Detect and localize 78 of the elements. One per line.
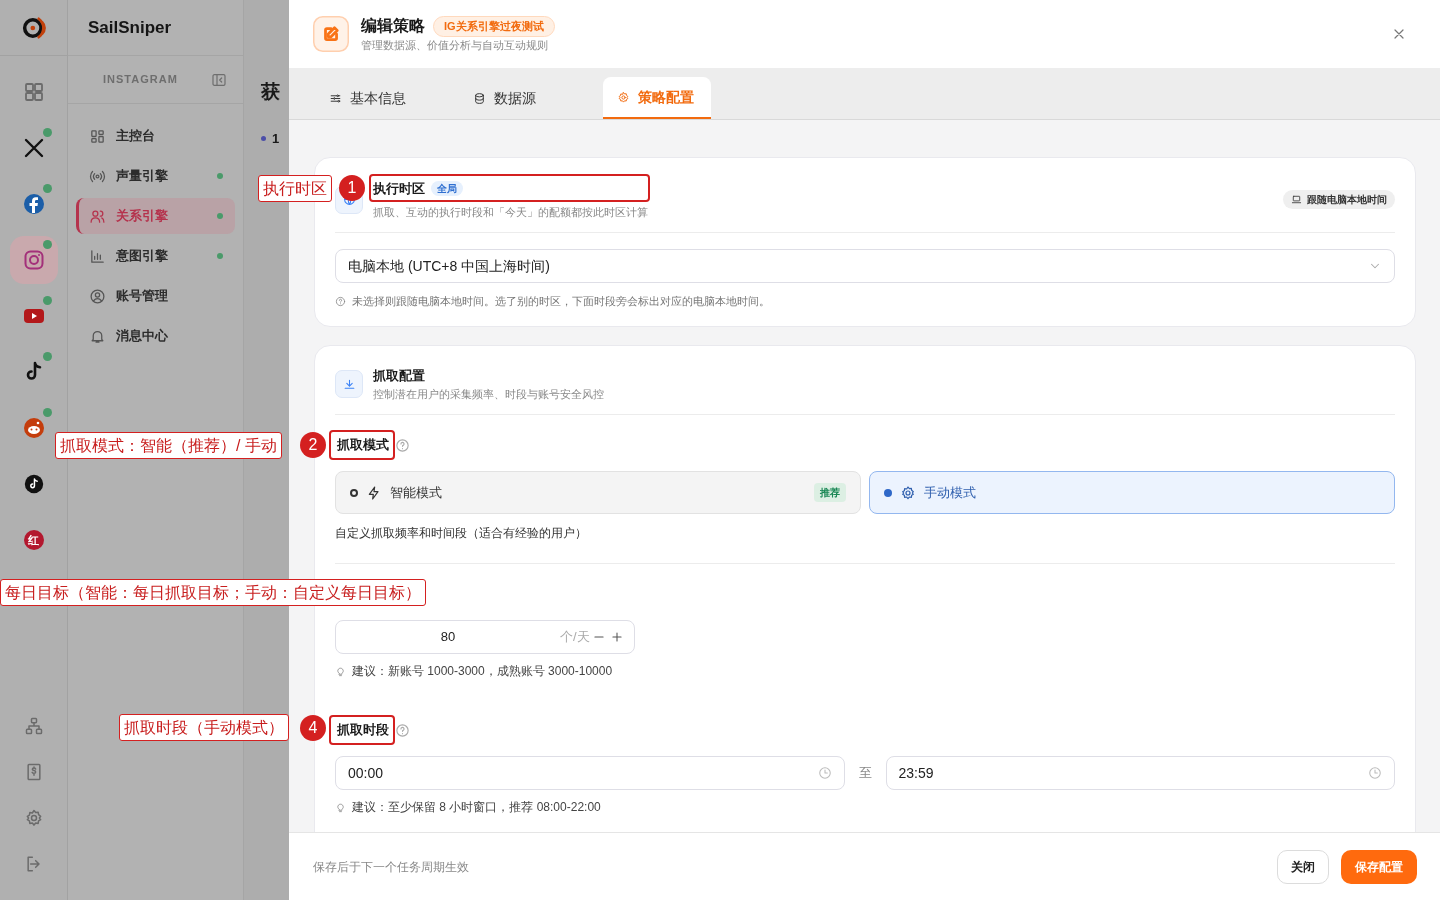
increment-button[interactable]	[610, 630, 624, 644]
nav-item[interactable]: 主控台	[76, 118, 235, 154]
bulb-icon	[335, 665, 346, 677]
collapse-icon	[211, 71, 227, 88]
instagram-logo-icon	[21, 248, 46, 272]
field-label: 抓取模式	[337, 436, 389, 454]
field-label: 抓取时段	[337, 721, 389, 739]
unit-label: 个/天	[560, 628, 590, 647]
scope-tag: 全局	[431, 181, 463, 197]
clock-icon	[817, 766, 832, 780]
help-icon	[335, 295, 346, 307]
hint-text: 建议：至少保留 8 小时窗口，推荐 08:00-22:00	[352, 799, 601, 816]
clock-icon	[1368, 766, 1382, 780]
nav-item[interactable]: 消息中心	[76, 318, 235, 354]
mode-description: 自定义抓取频率和时间段（适合有经验的用户）	[335, 524, 1395, 564]
card-subtitle: 抓取、互动的执行时段和「今天」的配额都按此时区计算	[373, 204, 649, 220]
time-field[interactable]: 00:00	[335, 756, 845, 790]
mode-option[interactable]: 手动模式	[869, 471, 1395, 514]
card-title: 抓取配置	[373, 367, 426, 385]
dashboard-icon	[89, 127, 106, 145]
network-icon	[23, 716, 44, 736]
highlight-frame	[329, 430, 395, 460]
timezone-select[interactable]: 电脑本地 (UTC+8 中国上海时间)	[335, 249, 1395, 283]
strategy-tag: IG关系引擎过夜测试	[433, 16, 555, 37]
annotation-callout: 抓取模式：智能（推荐）/ 手动	[55, 432, 282, 459]
gear-icon	[900, 484, 916, 501]
facebook-logo-icon	[21, 192, 46, 216]
page-heading: 获	[261, 80, 281, 104]
gear-icon	[617, 90, 630, 104]
tab[interactable]: 基本信息	[315, 77, 451, 119]
drawer-subtitle: 管理数据源、价值分析与自动互动规则	[361, 38, 549, 54]
field-value: 23:59	[898, 763, 934, 783]
drawer-title: 编辑策略	[361, 16, 425, 37]
annotation-callout: 执行时区	[258, 175, 332, 202]
nav-item[interactable]: 声量引擎	[76, 158, 235, 194]
nav-item[interactable]: 账号管理	[76, 278, 235, 314]
edit-icon	[313, 16, 349, 52]
field-value: 00:00	[348, 763, 384, 783]
account-icon	[89, 287, 106, 305]
hint-text: 建议：新账号 1000-3000，成熟账号 3000-10000	[352, 663, 613, 680]
target-field[interactable]: 80 个/天	[335, 620, 635, 654]
sliders-icon	[329, 91, 342, 105]
recommended-tag: 推荐	[814, 483, 846, 502]
badge-text: 跟随电脑本地时间	[1307, 193, 1387, 207]
annotation-callout: 抓取时段（手动模式）	[119, 714, 289, 741]
range-separator: 至	[857, 764, 873, 783]
help-icon	[395, 437, 410, 453]
laptop-icon	[1291, 194, 1302, 205]
radio-indicator	[884, 488, 892, 497]
database-icon	[473, 91, 486, 105]
plus-icon	[610, 630, 624, 644]
xiaohongshu-logo-icon: 红	[23, 530, 44, 550]
nav-item[interactable]: 意图引擎	[76, 238, 235, 274]
card-title: 执行时区	[373, 180, 425, 198]
highlight-frame	[329, 715, 395, 745]
bolt-icon	[366, 484, 382, 501]
tiktok-logo-icon	[22, 473, 45, 495]
card-subtitle: 控制潜在用户的采集频率、时段与账号安全风控	[373, 386, 604, 402]
collapse-button[interactable]	[211, 71, 227, 88]
brand-name: SailSniper	[88, 16, 172, 39]
mode-option[interactable]: 智能模式 推荐	[335, 471, 861, 514]
platform-button[interactable]: 红	[9, 516, 58, 564]
radio-indicator	[350, 488, 358, 497]
help-icon	[395, 722, 410, 738]
footer-note: 保存后于下一个任务周期生效	[313, 858, 469, 876]
bulb-icon	[335, 801, 346, 813]
reddit-logo-icon	[21, 416, 46, 440]
annotation-callout: 每日目标（智能：每日抓取目标；手动：自定义每日目标）	[0, 579, 426, 606]
step-number: 1	[272, 129, 280, 148]
close-dialog-button[interactable]: 关闭	[1277, 849, 1329, 884]
download-icon	[335, 370, 363, 398]
time-field[interactable]: 23:59	[885, 756, 1395, 790]
section-title: INSTAGRAM	[103, 72, 178, 88]
hint-text: 未选择则跟随电脑本地时间。选了别的时区，下面时段旁会标出对应的电脑本地时间。	[352, 294, 770, 309]
network-button[interactable]	[23, 716, 44, 736]
tab[interactable]: 数据源	[459, 77, 595, 119]
chart-icon	[89, 247, 106, 265]
field-value: 80	[439, 628, 457, 647]
